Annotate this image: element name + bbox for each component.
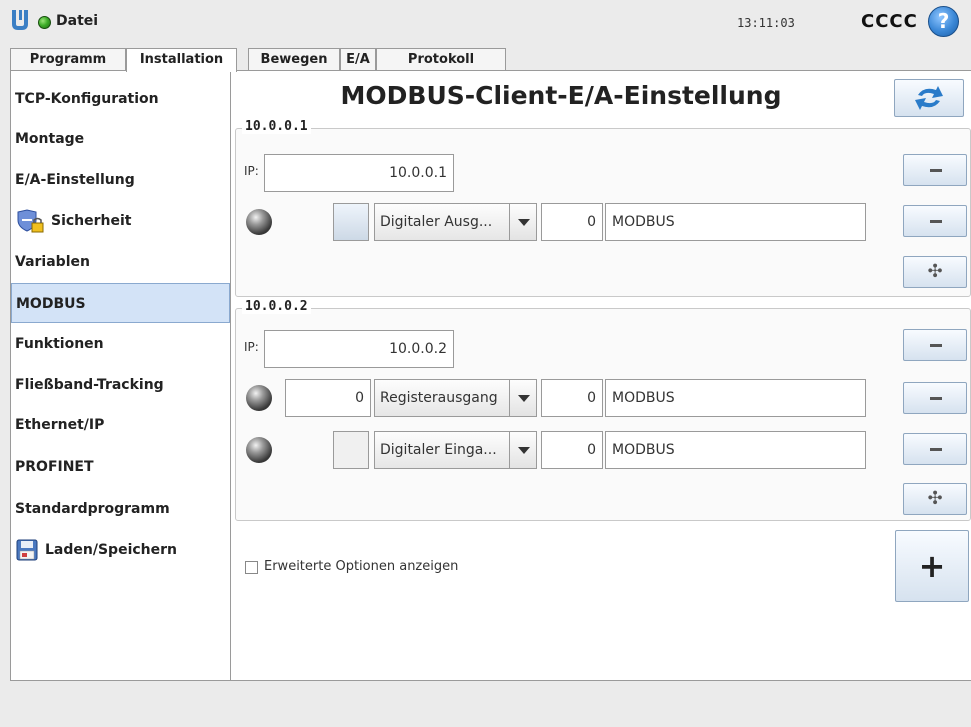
sidebar-item-profinet[interactable]: PROFINET — [11, 447, 230, 487]
refresh-button[interactable] — [894, 79, 964, 117]
footer-bar — [0, 681, 971, 727]
tab-protokoll[interactable]: Protokoll — [376, 48, 506, 70]
modbus-unit-1: 10.0.0.1 IP: 10.0.0.1 Digitaler Ausg... … — [235, 119, 971, 297]
signal-status-led-icon — [246, 385, 272, 411]
chevron-down-icon[interactable] — [509, 203, 537, 241]
remove-unit-button[interactable] — [903, 154, 967, 186]
help-icon[interactable]: ? — [928, 6, 959, 37]
sidebar-item-label: Laden/Speichern — [45, 542, 177, 558]
advanced-options-checkbox[interactable] — [245, 561, 258, 574]
chevron-down-icon[interactable] — [509, 379, 537, 417]
ip-label: IP: — [244, 164, 259, 178]
modbus-unit-2: 10.0.0.2 IP: 10.0.0.2 0 Registerausgang … — [235, 299, 971, 521]
sidebar-item-montage[interactable]: Montage — [11, 119, 230, 159]
signal-name-field[interactable]: MODBUS — [605, 203, 866, 241]
sidebar-item-variables[interactable]: Variablen — [11, 242, 230, 282]
sidebar-item-label: Ethernet/IP — [15, 417, 105, 433]
sidebar-item-label: Sicherheit — [51, 213, 132, 229]
sidebar-item-ethernet-ip[interactable]: Ethernet/IP — [11, 405, 230, 445]
modbus-setup-panel: MODBUS-Client-E/A-Einstellung 10.0.0.1 I… — [231, 71, 971, 681]
add-unit-button[interactable]: + — [895, 530, 969, 602]
remove-unit-button[interactable] — [903, 329, 967, 361]
unit-name: 10.0.0.2 — [242, 299, 311, 314]
top-bar: Datei 13:11:03 CCCC ? — [0, 0, 971, 44]
tab-installation[interactable]: Installation — [126, 48, 237, 72]
signal-address-field[interactable]: 0 — [541, 379, 603, 417]
clock: 13:11:03 — [737, 16, 795, 30]
sidebar-item-modbus[interactable]: MODBUS — [11, 283, 230, 323]
ip-address-field[interactable]: 10.0.0.1 — [264, 154, 454, 192]
signal-address-field[interactable]: 0 — [541, 431, 603, 469]
sidebar-item-label: Variablen — [15, 254, 90, 270]
page-title: MODBUS-Client-E/A-Einstellung — [340, 81, 782, 110]
signal-value-indicator — [333, 431, 369, 469]
signal-name-field[interactable]: MODBUS — [605, 379, 866, 417]
chevron-down-icon[interactable] — [509, 431, 537, 469]
signal-type-select[interactable]: Registerausgang — [374, 379, 510, 417]
installation-sidebar: TCP-Konfiguration Montage E/A-Einstellun… — [10, 71, 231, 681]
signal-value-toggle[interactable] — [333, 203, 369, 241]
sidebar-item-conveyor[interactable]: Fließband-Tracking — [11, 365, 230, 405]
robot-name: CCCC — [861, 11, 918, 32]
signal-status-led-icon — [246, 437, 272, 463]
add-signal-button[interactable]: ✣ — [903, 256, 967, 288]
signal-address-field[interactable]: 0 — [541, 203, 603, 241]
sidebar-item-label: Funktionen — [15, 336, 104, 352]
ip-address-field[interactable]: 10.0.0.2 — [264, 330, 454, 368]
file-name: Datei — [56, 13, 99, 29]
ip-label: IP: — [244, 340, 259, 354]
advanced-options-label: Erweiterte Optionen anzeigen — [264, 559, 459, 574]
sidebar-item-tcp[interactable]: TCP-Konfiguration — [11, 79, 230, 119]
add-signal-button[interactable]: ✣ — [903, 483, 967, 515]
signal-value-field[interactable]: 0 — [285, 379, 371, 417]
tab-ea[interactable]: E/A — [340, 48, 376, 70]
unit-name: 10.0.0.1 — [242, 119, 311, 134]
tab-programm[interactable]: Programm — [10, 48, 126, 70]
remove-signal-button[interactable] — [903, 205, 967, 237]
sidebar-item-label: MODBUS — [16, 296, 86, 312]
sidebar-item-label: Standardprogramm — [15, 501, 170, 517]
robot-status-icon — [38, 16, 51, 29]
shield-lock-icon — [17, 209, 44, 233]
remove-signal-button[interactable] — [903, 433, 967, 465]
sidebar-item-label: TCP-Konfiguration — [15, 91, 159, 107]
sidebar-item-label: Montage — [15, 131, 85, 147]
ur-logo-icon — [12, 10, 28, 30]
signal-name-field[interactable]: MODBUS — [605, 431, 866, 469]
signal-type-select[interactable]: Digitaler Ausg... — [374, 203, 510, 241]
sidebar-item-default-program[interactable]: Standardprogramm — [11, 489, 230, 529]
sidebar-item-io-setup[interactable]: E/A-Einstellung — [11, 160, 230, 200]
signal-type-select[interactable]: Digitaler Einga... — [374, 431, 510, 469]
floppy-disk-icon — [16, 539, 38, 561]
sidebar-item-safety[interactable]: Sicherheit — [11, 201, 230, 241]
sidebar-item-label: E/A-Einstellung — [15, 172, 135, 188]
remove-signal-button[interactable] — [903, 382, 967, 414]
signal-status-led-icon — [246, 209, 272, 235]
sidebar-item-features[interactable]: Funktionen — [11, 324, 230, 364]
sidebar-item-label: PROFINET — [15, 459, 94, 475]
refresh-icon — [915, 86, 943, 110]
sidebar-item-load-save[interactable]: Laden/Speichern — [11, 530, 230, 570]
tab-bewegen[interactable]: Bewegen — [248, 48, 340, 70]
sidebar-item-label: Fließband-Tracking — [15, 377, 164, 393]
